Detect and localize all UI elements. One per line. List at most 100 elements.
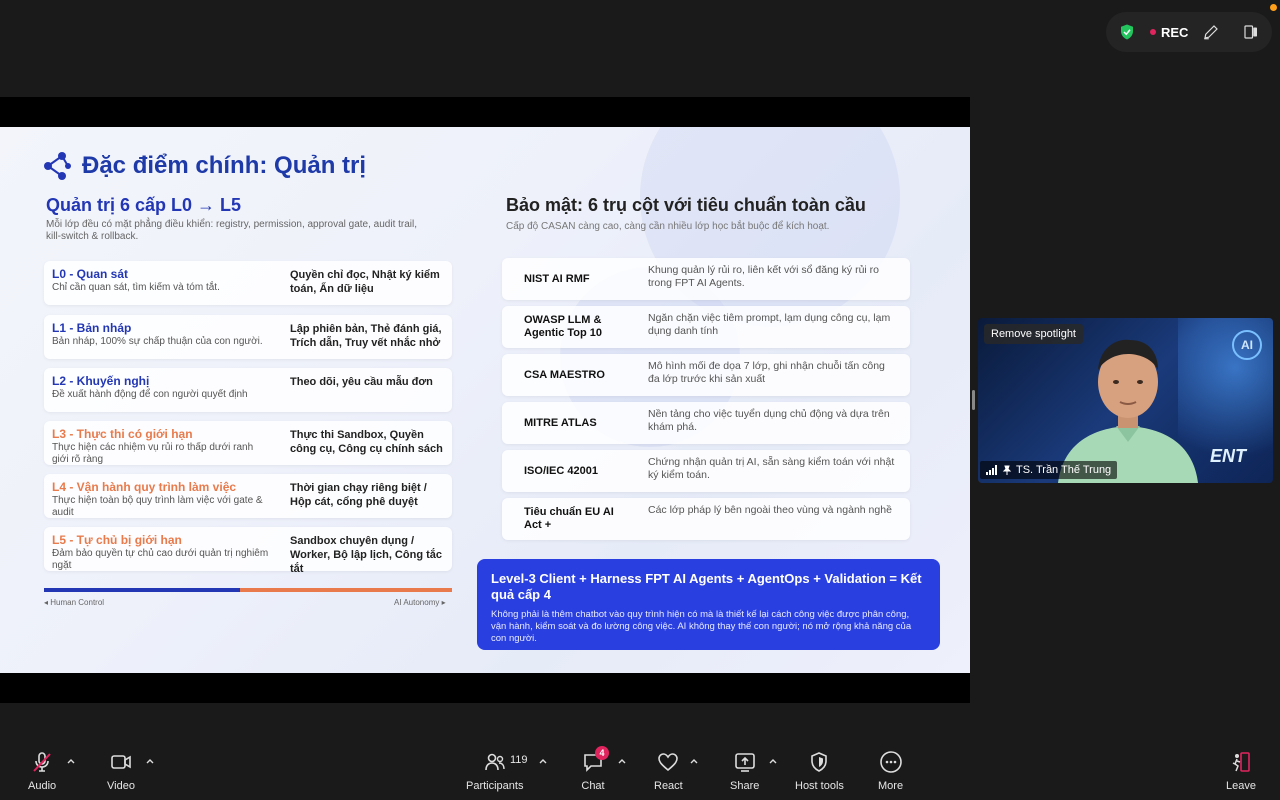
slide-title-text: Đặc điểm chính: Quản trị — [82, 152, 367, 179]
video-camera-icon — [111, 755, 131, 769]
level-name: L1 - Bản nháp — [52, 321, 132, 335]
rec-label: REC — [1161, 24, 1189, 40]
pillar-name: OWASP LLM & Agentic Top 10 — [524, 314, 603, 339]
video-button[interactable]: Video — [107, 750, 135, 792]
level-desc: Thực hiện các nhiệm vụ rủi ro thấp dưới … — [52, 442, 254, 465]
level-desc: Đề xuất hành động để con người quyết địn… — [52, 389, 248, 400]
level-name: L2 - Khuyến nghị — [52, 374, 150, 388]
level-name: L4 - Vận hành quy trình làm việc — [52, 480, 237, 494]
more-label: More — [878, 780, 904, 792]
level-card: L4 - Vận hành quy trình làm việc Thực hi… — [44, 474, 452, 518]
speaker-video-tile[interactable]: AI ENT Remove spotlight TS. Trần Thế Tru… — [978, 318, 1273, 483]
pillar-card: OWASP LLM & Agentic Top 10 Ngăn chặn việ… — [502, 306, 910, 348]
notification-dot — [1270, 4, 1277, 11]
level-desc: Chỉ cần quan sát, tìm kiếm và tóm tắt. — [52, 282, 220, 293]
audio-options-chevron-up-icon[interactable] — [66, 756, 76, 766]
pillar-name: NIST AI RMF — [524, 272, 590, 285]
participant-name-tag: TS. Trần Thế Trung — [980, 461, 1118, 479]
participants-label: Participants — [466, 780, 524, 792]
level-desc: Bản nháp, 100% sự chấp thuận của con ngư… — [52, 336, 263, 347]
recording-dot — [1150, 29, 1156, 35]
video-options-chevron-up-icon[interactable] — [145, 756, 155, 766]
callout-body: Không phải là thêm chatbot vào quy trình… — [491, 609, 912, 644]
pillar-card: ISO/IEC 42001 Chứng nhận quản trị AI, sẵ… — [502, 450, 910, 492]
security-subheading: Cấp độ CASAN càng cao, càng cần nhiều lớ… — [506, 221, 830, 232]
pillar-name: ISO/IEC 42001 — [524, 464, 598, 477]
autonomy-scale-bar — [44, 588, 452, 592]
more-ellipsis-icon — [879, 751, 902, 773]
leave-button[interactable]: Leave — [1226, 750, 1256, 792]
level-controls: Lập phiên bản, Thẻ đánh giá, Trích dẫn, … — [290, 323, 442, 349]
chat-button[interactable]: 4 Chat — [581, 746, 609, 792]
meeting-status-pill: REC — [1106, 12, 1272, 52]
pillar-desc: Khung quản lý rủi ro, liên kết với sổ đă… — [648, 264, 880, 289]
react-button[interactable]: React — [654, 750, 683, 792]
participants-icon — [484, 753, 505, 771]
network-nodes-icon — [44, 152, 71, 180]
pillar-card: Tiêu chuẩn EU AI Act + Các lớp pháp lý b… — [502, 498, 910, 540]
share-button[interactable]: Share — [730, 750, 759, 792]
security-heading: Bảo mật: 6 trụ cột với tiêu chuẩn toàn c… — [506, 195, 866, 215]
participants-count: 119 — [510, 754, 528, 766]
signal-bars-icon — [986, 465, 997, 475]
host-tools-button[interactable]: Host tools — [795, 750, 844, 792]
split-resize-handle[interactable] — [972, 390, 975, 410]
annotate-pen-icon[interactable] — [1202, 23, 1220, 41]
callout-title: Level-3 Client + Harness FPT AI Agents +… — [491, 571, 922, 602]
level-controls: Quyền chỉ đọc, Nhật ký kiểm toán, Ẩn dữ … — [290, 269, 440, 295]
pillar-name: MITRE ATLAS — [524, 416, 597, 429]
heart-icon — [658, 753, 679, 772]
participant-name: TS. Trần Thế Trung — [1016, 464, 1112, 476]
pillar-desc: Chứng nhận quản trị AI, sẵn sàng kiểm to… — [648, 456, 895, 481]
pillar-desc: Ngăn chặn việc tiêm prompt, lạm dụng côn… — [648, 312, 891, 337]
level-controls: Thời gian chạy riêng biệt / Hộp cát, cổn… — [290, 482, 427, 508]
leave-exit-icon — [1232, 752, 1250, 772]
pillar-desc: Các lớp pháp lý bên ngoài theo vùng và n… — [648, 504, 892, 516]
governance-heading: Quản trị 6 cấp L0 → L5 — [46, 195, 242, 215]
scale-label-ai: AI Autonomy ▸ — [394, 598, 446, 607]
pillar-card: NIST AI RMF Khung quản lý rủi ro, liên k… — [502, 258, 910, 300]
pillar-desc: Nền tảng cho việc tuyển dụng chủ động và… — [648, 408, 890, 433]
share-screen-icon — [734, 753, 755, 772]
remove-spotlight-button[interactable]: Remove spotlight — [984, 324, 1083, 344]
audio-label: Audio — [28, 780, 57, 792]
react-label: React — [654, 780, 683, 792]
summary-callout: Level-3 Client + Harness FPT AI Agents +… — [477, 559, 940, 650]
level-card: L5 - Tự chủ bị giới hạn Đảm bảo quyền tự… — [44, 527, 452, 575]
share-options-chevron-up-icon[interactable] — [768, 756, 778, 766]
pillar-desc: Mô hình mối đe dọa 7 lớp, ghi nhận chuỗi… — [648, 360, 885, 385]
pillar-name: Tiêu chuẩn EU AI Act + — [524, 506, 614, 531]
chat-unread-badge: 4 — [595, 746, 609, 760]
more-button[interactable]: More — [878, 750, 903, 792]
pin-icon — [1002, 465, 1012, 475]
chat-options-chevron-up-icon[interactable] — [617, 756, 627, 766]
slide-title: Đặc điểm chính: Quản trị — [40, 151, 366, 181]
view-layout-icon[interactable] — [1242, 23, 1260, 41]
pillar-card: CSA MAESTRO Mô hình mối đe dọa 7 lớp, gh… — [502, 354, 910, 396]
meeting-toolbar: Audio Video Participants 119 4 Chat Reac… — [0, 740, 1280, 800]
presentation-slide: Đặc điểm chính: Quản trị Quản trị 6 cấp … — [0, 127, 970, 673]
chat-label: Chat — [581, 780, 605, 792]
microphone-muted-icon — [33, 752, 51, 772]
recording-indicator[interactable]: REC — [1150, 25, 1188, 40]
governance-subheading: Mỗi lớp đều có mặt phẳng điều khiển: reg… — [46, 219, 418, 242]
level-name: L0 - Quan sát — [52, 267, 129, 281]
audio-button[interactable]: Audio — [28, 750, 56, 792]
host-tools-label: Host tools — [795, 780, 844, 792]
host-tools-shield-icon — [811, 752, 828, 772]
level-controls: Thực thi Sandbox, Quyền công cụ, Công cụ… — [290, 429, 443, 455]
level-name: L5 - Tự chủ bị giới hạn — [52, 533, 182, 547]
level-card: L3 - Thực thi có giới hạn Thực hiện các … — [44, 421, 452, 465]
level-card: L1 - Bản nháp Bản nháp, 100% sự chấp thu… — [44, 315, 452, 359]
shared-screen: Đặc điểm chính: Quản trị Quản trị 6 cấp … — [0, 97, 970, 703]
participants-options-chevron-up-icon[interactable] — [538, 756, 548, 766]
video-background-ai-badge: AI — [1232, 330, 1262, 360]
react-options-chevron-up-icon[interactable] — [689, 756, 699, 766]
shield-check-icon[interactable] — [1118, 23, 1136, 41]
leave-label: Leave — [1226, 780, 1256, 792]
pillar-card: MITRE ATLAS Nền tảng cho việc tuyển dụng… — [502, 402, 910, 444]
level-card: L2 - Khuyến nghị Đề xuất hành động để co… — [44, 368, 452, 412]
level-desc: Thực hiện toàn bộ quy trình làm việc với… — [52, 495, 263, 518]
pillar-name: CSA MAESTRO — [524, 368, 605, 381]
level-controls: Sandbox chuyên dụng / Worker, Bộ lập lịc… — [290, 535, 442, 575]
